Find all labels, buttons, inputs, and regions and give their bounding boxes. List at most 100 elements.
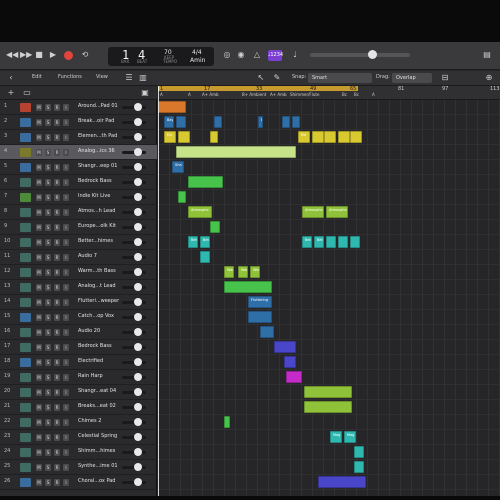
region[interactable] xyxy=(286,371,302,383)
record-enable-button[interactable]: R xyxy=(54,449,60,456)
track-volume-knob[interactable] xyxy=(134,253,142,261)
input-monitor-button[interactable]: I xyxy=(63,164,69,171)
track-volume-knob[interactable] xyxy=(134,418,142,426)
input-monitor-button[interactable]: I xyxy=(63,464,69,471)
region[interactable] xyxy=(210,221,220,233)
region[interactable] xyxy=(304,401,352,413)
mute-button[interactable]: M xyxy=(36,284,42,291)
track-volume-slider[interactable] xyxy=(122,178,146,186)
mute-button[interactable]: M xyxy=(36,194,42,201)
instrument-icon[interactable] xyxy=(20,343,31,352)
track-row[interactable]: 15 M S R I Catch...op Vox xyxy=(0,310,157,325)
instrument-icon[interactable] xyxy=(20,178,31,187)
solo-button[interactable]: S xyxy=(45,149,51,156)
region[interactable]: B xyxy=(258,116,263,128)
mute-button[interactable]: M xyxy=(36,179,42,186)
mute-button[interactable]: M xyxy=(36,449,42,456)
track-volume-slider[interactable] xyxy=(122,358,146,366)
input-monitor-button[interactable]: I xyxy=(63,194,69,201)
solo-button[interactable]: S xyxy=(45,464,51,471)
track-row[interactable]: 24 M S R I Shimm...himes xyxy=(0,445,157,460)
solo-button[interactable]: S xyxy=(45,134,51,141)
record-enable-button[interactable]: R xyxy=(54,164,60,171)
region[interactable] xyxy=(248,311,272,323)
track-row[interactable]: 19 M S R I Rain Harp xyxy=(0,370,157,385)
key-signature[interactable]: Amin xyxy=(190,57,205,64)
instrument-icon[interactable] xyxy=(20,313,31,322)
instrument-icon[interactable] xyxy=(20,433,31,442)
track-name[interactable]: Synthe...ime 01 xyxy=(78,463,120,469)
instrument-icon[interactable] xyxy=(20,253,31,262)
record-enable-button[interactable]: R xyxy=(54,389,60,396)
mute-button[interactable]: M xyxy=(36,359,42,366)
instrument-icon[interactable] xyxy=(20,418,31,427)
playhead[interactable] xyxy=(158,86,159,496)
view-menu[interactable]: View xyxy=(96,74,108,80)
mute-button[interactable]: M xyxy=(36,389,42,396)
solo-icon[interactable]: ◉ xyxy=(236,50,246,60)
instrument-icon[interactable] xyxy=(20,133,31,142)
instrument-icon[interactable] xyxy=(20,478,31,487)
mute-button[interactable]: M xyxy=(36,404,42,411)
input-monitor-button[interactable]: I xyxy=(63,284,69,291)
track-volume-slider[interactable] xyxy=(122,268,146,276)
snap-select[interactable]: Smart xyxy=(308,73,372,83)
metronome-click-icon[interactable]: ♩ xyxy=(290,50,300,60)
track-row[interactable]: 3 M S R I Elemen...th Pad xyxy=(0,130,157,145)
region[interactable] xyxy=(260,326,274,338)
record-enable-button[interactable]: R xyxy=(54,314,60,321)
track-volume-slider[interactable] xyxy=(122,163,146,171)
track-name[interactable]: Catch...op Vox xyxy=(78,313,120,319)
track-row[interactable]: 22 M S R I Chimes 2 xyxy=(0,415,157,430)
solo-button[interactable]: S xyxy=(45,194,51,201)
track-name[interactable]: Europe...olk Kit xyxy=(78,223,120,229)
track-name[interactable]: Audio 20 xyxy=(78,328,120,334)
input-monitor-button[interactable]: I xyxy=(63,134,69,141)
track-volume-knob[interactable] xyxy=(134,448,142,456)
instrument-icon[interactable] xyxy=(20,148,31,157)
track-volume-slider[interactable] xyxy=(122,373,146,381)
input-monitor-button[interactable]: I xyxy=(63,299,69,306)
input-monitor-button[interactable]: I xyxy=(63,269,69,276)
track-volume-knob[interactable] xyxy=(134,208,142,216)
track-row[interactable]: 2 M S R I Break...oir Pad xyxy=(0,115,157,130)
instrument-icon[interactable] xyxy=(20,283,31,292)
region[interactable] xyxy=(224,416,230,428)
region[interactable] xyxy=(338,131,350,143)
input-monitor-button[interactable]: I xyxy=(63,119,69,126)
track-volume-slider[interactable] xyxy=(122,283,146,291)
track-row[interactable]: 7 M S R I Indie Kit Live xyxy=(0,190,157,205)
track-lane[interactable] xyxy=(158,100,500,115)
input-monitor-button[interactable]: I xyxy=(63,239,69,246)
track-lane[interactable] xyxy=(158,430,500,445)
track-lane[interactable] xyxy=(158,325,500,340)
track-name[interactable]: Break...oir Pad xyxy=(78,118,120,124)
region[interactable] xyxy=(292,116,300,128)
instrument-icon[interactable] xyxy=(20,298,31,307)
track-volume-slider[interactable] xyxy=(122,448,146,456)
arrangement-marker[interactable]: Bc xyxy=(342,92,347,97)
track-name[interactable]: Shangr...eat 04 xyxy=(78,388,120,394)
region[interactable]: Sha xyxy=(172,161,184,173)
mute-button[interactable]: M xyxy=(36,134,42,141)
solo-button[interactable]: S xyxy=(45,329,51,336)
mute-button[interactable]: M xyxy=(36,434,42,441)
track-lane[interactable] xyxy=(158,340,500,355)
solo-button[interactable]: S xyxy=(45,239,51,246)
solo-button[interactable]: S xyxy=(45,419,51,426)
mute-button[interactable]: M xyxy=(36,374,42,381)
time-signature[interactable]: 4/4 xyxy=(192,49,202,56)
solo-button[interactable]: S xyxy=(45,179,51,186)
solo-button[interactable]: S xyxy=(45,404,51,411)
track-row[interactable]: 25 M S R I Synthe...ime 01 xyxy=(0,460,157,475)
track-row[interactable]: 18 M S R I Electrified xyxy=(0,355,157,370)
track-name[interactable]: Around...Pad 01 xyxy=(78,103,120,109)
track-name[interactable]: Analog...t Lead xyxy=(78,283,120,289)
region[interactable] xyxy=(200,251,210,263)
region[interactable]: Warm xyxy=(238,266,248,278)
mute-button[interactable]: M xyxy=(36,269,42,276)
metronome-icon[interactable]: △ xyxy=(252,50,262,60)
solo-button[interactable]: S xyxy=(45,449,51,456)
region[interactable]: Bay xyxy=(164,116,174,128)
track-name[interactable]: Electrified xyxy=(78,358,120,364)
